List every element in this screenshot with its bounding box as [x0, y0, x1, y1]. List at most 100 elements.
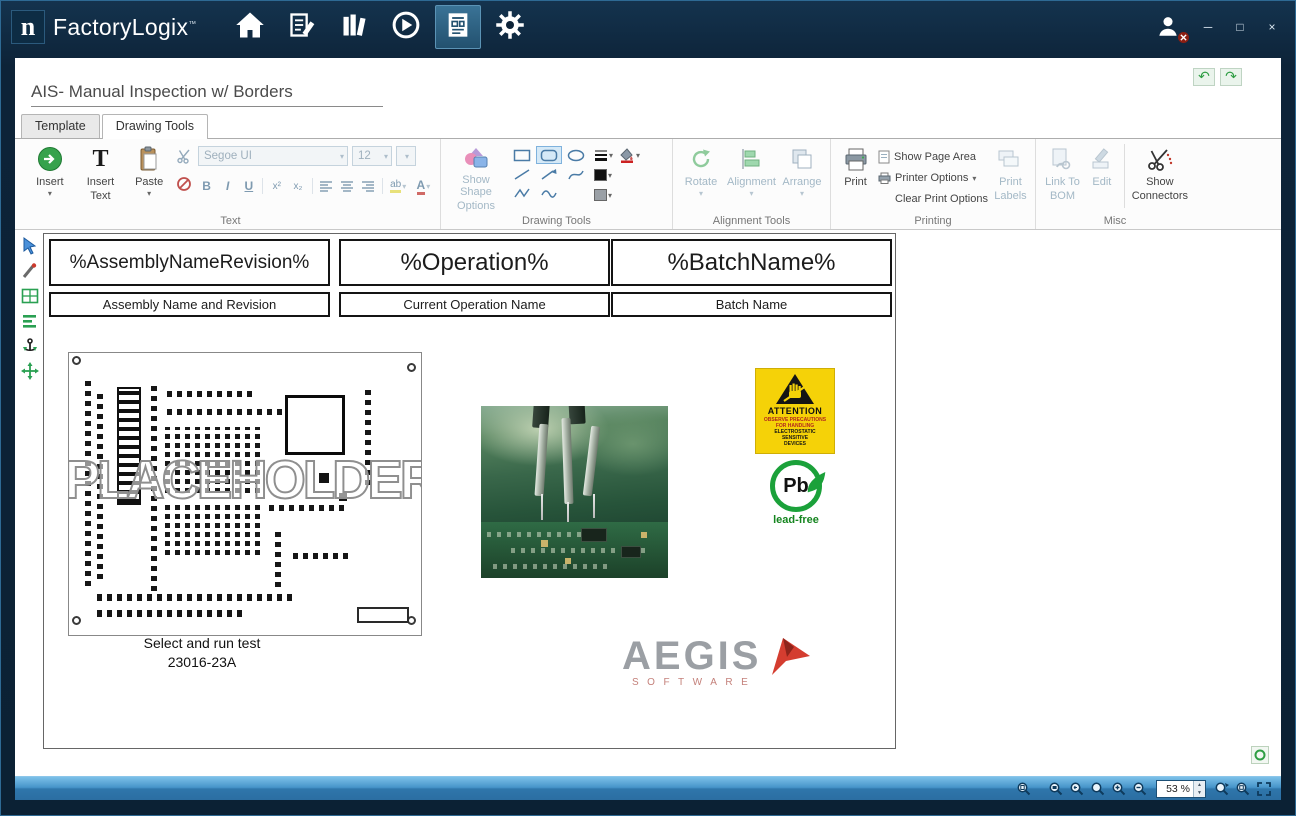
logout-user-button[interactable] [1155, 13, 1185, 41]
arrange-button[interactable]: Arrange ▾ [780, 144, 824, 212]
underline-button[interactable]: U [240, 176, 257, 196]
zoom-window-button[interactable] [1047, 780, 1065, 798]
nav-home-button[interactable] [227, 5, 273, 49]
font-size-combo[interactable]: 12 ▾ [352, 146, 392, 166]
page-area-icon [878, 150, 890, 164]
show-connectors-button[interactable]: Show Connectors [1132, 144, 1188, 212]
font-family-combo[interactable]: Segoe UI ▾ [198, 146, 348, 166]
zoom-level-input[interactable] [1157, 781, 1193, 796]
template-title-field[interactable]: AIS- Manual Inspection w/ Borders [31, 82, 383, 107]
clear-formatting-button[interactable] [174, 175, 194, 193]
curve-tool-button[interactable] [563, 165, 589, 183]
field-assembly-name-revision[interactable]: %AssemblyNameRevision% [49, 239, 330, 286]
zoom-increase-button[interactable]: ▲ [1194, 781, 1205, 789]
rounded-rectangle-tool-button[interactable] [536, 146, 562, 164]
show-page-area-button[interactable]: Show Page Area [878, 148, 988, 166]
field-token-text: %Operation% [400, 249, 548, 277]
tab-template[interactable]: Template [21, 114, 100, 138]
lead-free-logo[interactable]: Pb lead-free [756, 460, 836, 526]
align-left-button[interactable] [317, 176, 334, 196]
line-tool-button[interactable] [509, 165, 535, 183]
underline-icon: U [245, 179, 254, 193]
superscript-button[interactable]: x² [268, 176, 285, 196]
rectangle-tool-button[interactable] [509, 146, 535, 164]
zoom-in-button[interactable] [1110, 780, 1128, 798]
printer-icon [843, 144, 869, 174]
nav-forms-button[interactable] [279, 5, 325, 49]
nav-templates-button[interactable] [435, 5, 481, 49]
highlight-color-button[interactable]: ab▾ [388, 176, 409, 196]
edit-button[interactable]: Edit [1087, 144, 1117, 212]
font-extra-combo[interactable]: ▾ [396, 146, 416, 166]
polyline-tool-button[interactable] [509, 184, 535, 202]
shape-fill-bucket-dropdown[interactable]: ▾ [618, 146, 641, 164]
pcb-placeholder-image[interactable]: PLACEHOLDER [68, 352, 422, 636]
zoom-previous-button[interactable] [1068, 780, 1086, 798]
zoom-selection-button[interactable] [1213, 780, 1231, 798]
redo-button[interactable]: ↷ [1220, 68, 1242, 86]
probe-pen-tool-button[interactable] [19, 261, 41, 281]
minimize-button[interactable]: ─ [1199, 20, 1217, 34]
maximize-button[interactable]: □ [1231, 20, 1249, 34]
rotate-button[interactable]: Rotate ▾ [679, 144, 723, 212]
field-operation[interactable]: %Operation% [339, 239, 610, 286]
italic-button[interactable]: I [219, 176, 236, 196]
align-center-button[interactable] [338, 176, 355, 196]
insert-button[interactable]: Insert ▾ [27, 144, 73, 212]
paste-button[interactable]: Paste ▾ [128, 144, 170, 212]
freeform-tool-button[interactable] [536, 184, 562, 202]
nav-settings-button[interactable] [487, 5, 533, 49]
pcb-caption[interactable]: Select and run test 23016-23A [82, 634, 322, 672]
print-button[interactable]: Print [837, 144, 874, 212]
esd-attention-sign[interactable]: ATTENTION OBSERVE PRECAUTIONS FOR HANDLI… [755, 368, 835, 454]
link-to-bom-button[interactable]: Link To BOM [1042, 144, 1083, 212]
alignment-button[interactable]: Alignment ▾ [727, 144, 776, 212]
align-guides-tool-button[interactable] [19, 311, 41, 331]
printer-options-button[interactable]: Printer Options ▾ [878, 169, 988, 187]
zoom-decrease-button[interactable]: ▼ [1194, 789, 1205, 797]
placeholder-watermark-text: PLACEHOLDER [68, 449, 422, 511]
zoom-dynamic-button[interactable] [1089, 780, 1107, 798]
subscript-button[interactable]: x₂ [289, 176, 306, 196]
close-button[interactable]: × [1263, 20, 1281, 34]
caption-operation[interactable]: Current Operation Name [339, 292, 610, 317]
insert-text-button[interactable]: T Insert Text [77, 144, 125, 212]
arrow-tool-button[interactable] [536, 165, 562, 183]
align-right-button[interactable] [360, 176, 377, 196]
grid-tool-button[interactable] [19, 286, 41, 306]
anchor-tool-button[interactable] [19, 336, 41, 356]
bold-button[interactable]: B [198, 176, 215, 196]
pcb-connector-row [97, 610, 247, 617]
ellipse-tool-button[interactable] [563, 146, 589, 164]
zoom-all-button[interactable] [1234, 780, 1252, 798]
line-style-dropdown[interactable]: ▾ [593, 146, 614, 164]
select-tool-button[interactable] [19, 236, 41, 256]
fit-to-screen-button[interactable] [1255, 780, 1273, 798]
inspection-photo[interactable] [481, 406, 668, 578]
caption-assembly-name-revision[interactable]: Assembly Name and Revision [49, 292, 330, 317]
font-color-button[interactable]: A▾ [413, 176, 434, 196]
undo-button[interactable]: ↶ [1193, 68, 1215, 86]
nav-navigator-button[interactable] [383, 5, 429, 49]
photo-pcb-deck [481, 522, 668, 578]
print-labels-button[interactable]: Print Labels [992, 144, 1029, 212]
line-color-dropdown[interactable]: ▾ [593, 166, 614, 184]
fill-color-dropdown[interactable]: ▾ [593, 186, 614, 204]
show-connectors-icon [1147, 144, 1173, 174]
ribbon-group-text: Insert ▾ T Insert Text Paste ▾ [21, 139, 441, 229]
cut-button[interactable] [174, 147, 194, 165]
tab-drawing-tools[interactable]: Drawing Tools [102, 114, 208, 139]
group-label-text: Drawing Tools [441, 215, 672, 227]
field-batch-name[interactable]: %BatchName% [611, 239, 892, 286]
zoom-page-button[interactable] [1015, 780, 1033, 798]
aegis-logo[interactable]: AEGIS SOFTWARE [622, 636, 811, 688]
canvas-overview-button[interactable] [1251, 746, 1269, 764]
show-shape-options-button[interactable]: Show Shape Options [447, 144, 505, 212]
caption-batch-name[interactable]: Batch Name [611, 292, 892, 317]
aegis-name-text: AEGIS [622, 636, 761, 676]
move-tool-button[interactable] [19, 361, 41, 381]
nav-library-button[interactable] [331, 5, 377, 49]
zoom-out-button[interactable] [1131, 780, 1149, 798]
clear-print-options-button[interactable]: Clear Print Options [878, 190, 988, 208]
label-design-canvas[interactable]: %AssemblyNameRevision% %Operation% %Batc… [43, 233, 896, 749]
